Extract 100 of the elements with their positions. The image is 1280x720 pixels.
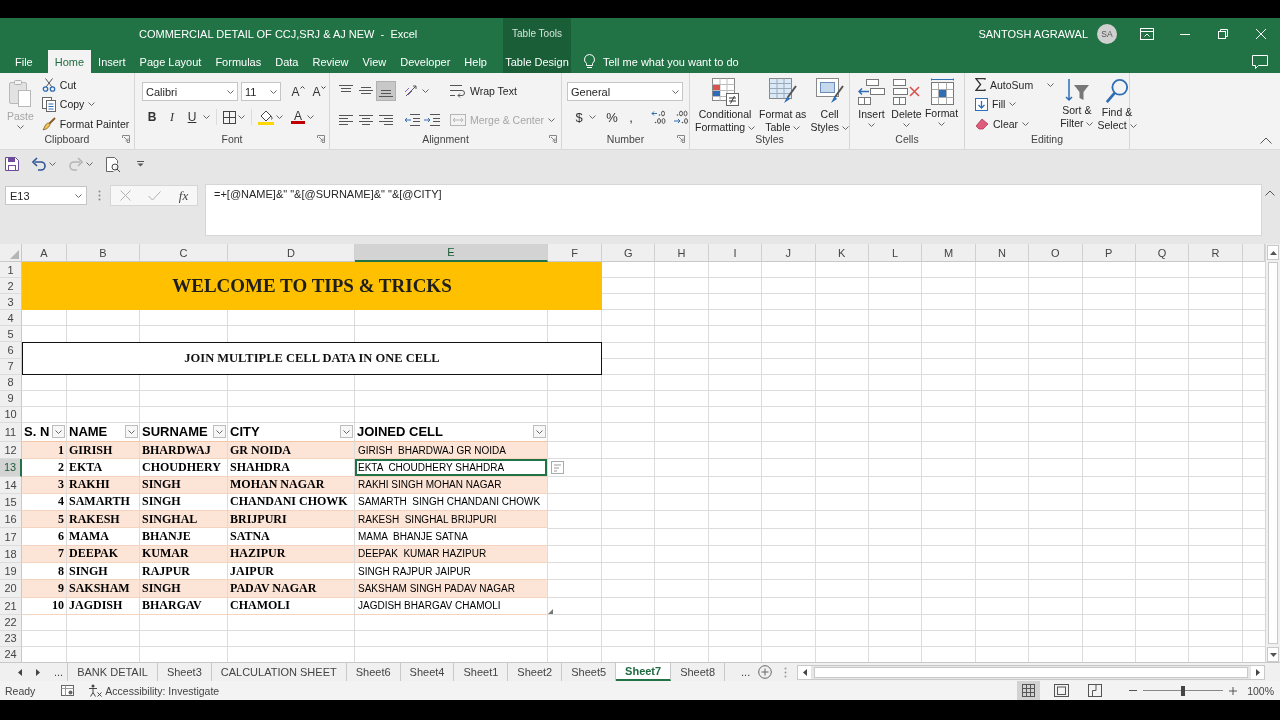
close-icon[interactable] [1256, 29, 1266, 39]
column-header[interactable]: D [228, 244, 355, 262]
column-header[interactable]: M [922, 244, 976, 262]
restore-icon[interactable] [1218, 29, 1228, 39]
save-icon[interactable] [5, 157, 19, 171]
find-select-button[interactable]: Find & Select [1095, 75, 1139, 132]
cut-button[interactable]: Cut [39, 75, 132, 95]
name-box[interactable]: E13 [5, 186, 87, 205]
align-center-icon[interactable] [359, 114, 373, 125]
filter-button[interactable] [533, 425, 546, 439]
row-header[interactable]: 5 [0, 326, 22, 343]
conditional-formatting-button[interactable]: Conditional Formatting [693, 75, 758, 134]
row-header[interactable]: 16 [0, 511, 22, 529]
next-sheet-icon[interactable] [36, 668, 40, 676]
add-sheet-icon[interactable] [758, 665, 773, 679]
collapse-ribbon-icon[interactable] [1260, 137, 1272, 144]
ribbon-tab[interactable]: Insert [91, 50, 133, 73]
user-avatar[interactable]: SA [1097, 24, 1117, 44]
row-header[interactable]: 4 [0, 310, 22, 327]
column-header[interactable]: B [67, 244, 140, 262]
scroll-down-button[interactable] [1267, 647, 1279, 662]
align-left-icon[interactable] [339, 114, 353, 125]
row-header[interactable]: 17 [0, 528, 22, 546]
scroll-right-button[interactable] [1251, 665, 1264, 679]
borders-icon[interactable] [223, 110, 236, 124]
filter-button[interactable] [52, 425, 65, 439]
text-orientation-icon[interactable] [404, 84, 420, 99]
filter-button[interactable] [213, 425, 226, 439]
scroll-up-button[interactable] [1267, 245, 1279, 260]
clear-button[interactable]: Clear [973, 114, 1057, 134]
column-header[interactable]: J [762, 244, 816, 262]
decrease-indent-icon[interactable] [404, 113, 420, 126]
row-header[interactable]: 1 [0, 262, 22, 279]
more-sheets-button[interactable]: ... [737, 666, 755, 678]
page-layout-view-icon[interactable] [1054, 684, 1070, 697]
column-header[interactable]: O [1029, 244, 1083, 262]
copy-button[interactable]: Copy [39, 94, 132, 114]
font-color-button[interactable]: A [291, 110, 305, 124]
ribbon-tab[interactable]: File [8, 50, 40, 73]
scrollbar-thumb[interactable] [1268, 262, 1278, 644]
more-sheets-button[interactable]: ... [50, 666, 68, 678]
row-header[interactable]: 13 [0, 459, 22, 477]
column-header[interactable]: A [22, 244, 67, 262]
ribbon-tab[interactable]: Formulas [208, 50, 269, 73]
format-painter-button[interactable]: Format Painter [39, 114, 132, 134]
align-bottom-icon[interactable] [376, 81, 396, 102]
wrap-text-button[interactable]: Wrap Text [448, 81, 561, 101]
column-header[interactable]: E [355, 244, 548, 262]
slider-thumb[interactable] [1181, 685, 1186, 696]
decrease-decimal-icon[interactable] [673, 110, 689, 124]
page-break-preview-icon[interactable] [1087, 684, 1102, 697]
dialog-launcher-icon[interactable] [317, 135, 325, 143]
insert-function-button[interactable]: fx [178, 187, 189, 204]
sort-filter-button[interactable]: Sort & Filter [1058, 75, 1096, 130]
ribbon-tab[interactable]: Help [457, 50, 494, 73]
zoom-in-icon[interactable] [1229, 686, 1238, 695]
ribbon-display-options-icon[interactable] [1140, 28, 1154, 40]
row-header[interactable]: 2 [0, 278, 22, 295]
ribbon-tab[interactable]: Developer [393, 50, 458, 73]
column-header[interactable]: G [602, 244, 656, 262]
scrollbar-thumb[interactable] [814, 666, 1248, 678]
print-preview-icon[interactable] [106, 156, 121, 172]
grow-font-button[interactable]: A [289, 82, 307, 101]
column-header[interactable]: H [655, 244, 709, 262]
formula-field[interactable]: =+[@NAME]&" "&[@SURNAME]&" "&[@CITY] [205, 184, 1262, 236]
underline-button[interactable]: U [183, 108, 201, 126]
column-header[interactable]: F [548, 244, 602, 262]
column-header[interactable]: Q [1135, 244, 1190, 262]
fill-button[interactable]: Fill [973, 94, 1057, 114]
comment-icon[interactable] [1252, 54, 1268, 69]
percent-button[interactable]: % [603, 108, 621, 126]
minimize-icon[interactable] [1180, 33, 1190, 35]
tell-me-search-field[interactable]: Tell me what you want to do [603, 55, 753, 68]
shrink-font-button[interactable]: A [310, 82, 328, 101]
column-header[interactable]: R [1189, 244, 1243, 262]
column-header[interactable]: N [975, 244, 1030, 262]
row-header[interactable]: 20 [0, 580, 22, 598]
undo-icon[interactable] [32, 157, 46, 171]
row-header[interactable]: 19 [0, 563, 22, 581]
format-cells-button[interactable]: Format [924, 75, 959, 126]
column-header[interactable]: P [1082, 244, 1136, 262]
collapse-formula-bar-icon[interactable] [1265, 190, 1275, 196]
column-header[interactable]: K [815, 244, 869, 262]
ribbon-tab[interactable]: Data [268, 50, 306, 73]
dialog-launcher-icon[interactable] [677, 135, 685, 143]
increase-decimal-icon[interactable] [651, 110, 667, 124]
italic-button[interactable]: I [163, 108, 181, 126]
column-header[interactable]: L [868, 244, 923, 262]
grip-icon[interactable] [98, 190, 101, 201]
previous-sheet-icon[interactable] [18, 668, 22, 676]
bold-button[interactable]: B [143, 108, 161, 126]
filter-button[interactable] [340, 425, 353, 439]
delete-cells-button[interactable]: Delete [889, 75, 924, 127]
ribbon-tab[interactable]: View [355, 50, 394, 73]
accessibility-status[interactable]: Accessibility: Investigate [88, 684, 220, 697]
align-right-icon[interactable] [379, 114, 393, 125]
normal-view-icon[interactable] [1017, 681, 1041, 700]
row-header[interactable]: 3 [0, 294, 22, 311]
dialog-launcher-icon[interactable] [122, 135, 130, 143]
column-header[interactable]: I [708, 244, 763, 262]
